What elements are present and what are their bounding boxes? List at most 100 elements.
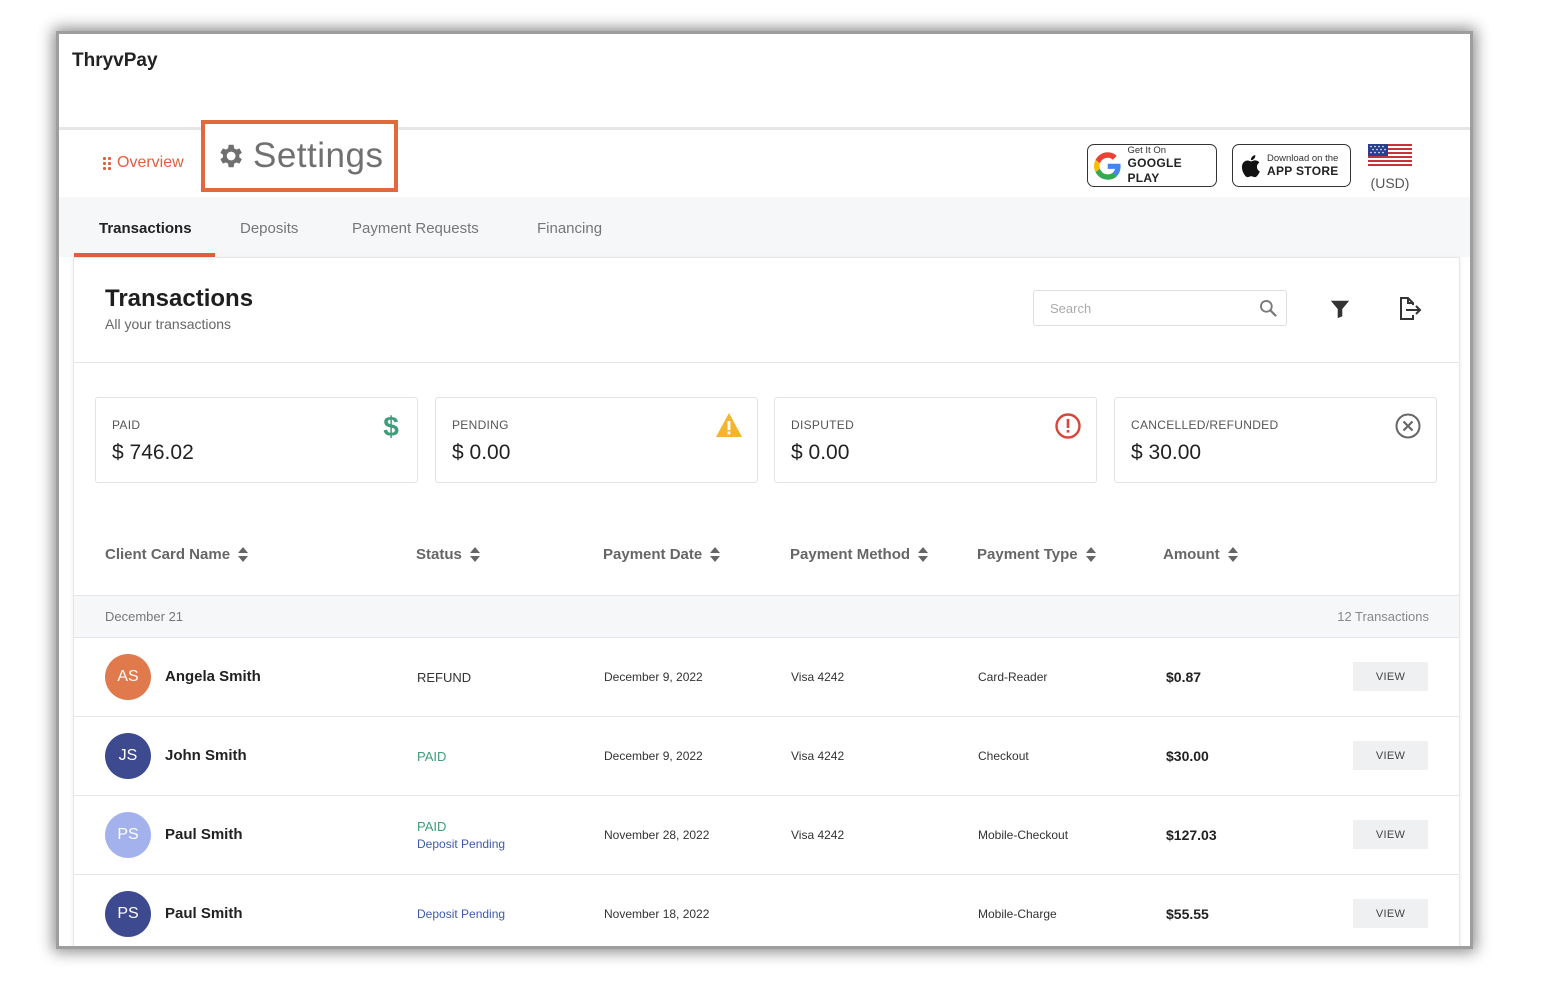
group-date: December 21	[105, 609, 184, 624]
payment-date: December 9, 2022	[604, 670, 703, 684]
amount: $127.03	[1166, 827, 1217, 843]
app-store-button[interactable]: Download on the APP STORE	[1232, 144, 1351, 187]
panel-subtitle: All your transactions	[105, 316, 232, 332]
stat-label: PAID	[112, 418, 141, 432]
currency-label: (USD)	[1370, 175, 1410, 191]
grid-dots-icon	[103, 156, 111, 170]
panel-title: Transactions	[105, 285, 254, 312]
gear-icon	[220, 144, 242, 168]
sort-icon	[469, 547, 480, 562]
sort-icon	[1227, 547, 1238, 562]
stat-cancelled-refunded: CANCELLED/REFUNDED $ 30.00	[1114, 397, 1437, 483]
stat-label: CANCELLED/REFUNDED	[1131, 418, 1279, 432]
client-name: Paul Smith	[165, 905, 243, 922]
group-count: 12 Transactions	[1337, 609, 1429, 624]
amount: $0.87	[1166, 669, 1202, 685]
stat-value: $ 0.00	[791, 441, 850, 464]
column-label: Client Card Name	[105, 546, 231, 563]
status-text: PAID	[417, 819, 447, 834]
overview-link[interactable]: Overview	[103, 154, 184, 172]
currency-selector[interactable]: (USD)	[1368, 144, 1412, 191]
payment-date: December 9, 2022	[604, 749, 703, 763]
column-label: Payment Method	[790, 546, 911, 563]
amount: $55.55	[1166, 906, 1209, 922]
view-button[interactable]: VIEW	[1353, 662, 1428, 691]
column-client-card-name[interactable]: Client Card Name	[105, 546, 249, 563]
amount: $30.00	[1166, 748, 1209, 764]
google-play-small: Get It On	[1127, 145, 1166, 156]
client-name: Paul Smith	[165, 826, 243, 843]
payment-method: Visa 4242	[791, 828, 845, 842]
alert-circle-icon	[1055, 413, 1081, 439]
app-store-big: APP STORE	[1267, 163, 1339, 178]
stat-value: $ 0.00	[452, 441, 511, 464]
payment-date: November 28, 2022	[604, 828, 710, 842]
payment-date: November 18, 2022	[604, 907, 710, 921]
google-play-button[interactable]: Get It On GOOGLE PLAY	[1087, 144, 1217, 187]
transactions-panel: Transactions All your transactions PAID …	[73, 257, 1460, 946]
stat-value: $ 30.00	[1131, 441, 1202, 464]
x-circle-icon	[1395, 413, 1421, 439]
overview-label: Overview	[117, 154, 184, 171]
us-flag-icon	[1368, 144, 1412, 168]
payment-type: Checkout	[978, 749, 1029, 763]
google-play-big: GOOGLE PLAY	[1127, 156, 1182, 185]
settings-button[interactable]: Settings	[201, 120, 398, 192]
avatar: JS	[105, 733, 151, 779]
sort-icon	[1085, 547, 1096, 562]
stat-label: PENDING	[452, 418, 509, 432]
column-label: Payment Type	[977, 546, 1078, 563]
export-icon[interactable]	[1397, 296, 1423, 322]
settings-label: Settings	[253, 136, 384, 175]
search-input[interactable]	[1050, 300, 1250, 316]
table-row: JS John Smith PAID December 9, 2022 Visa…	[74, 717, 1459, 796]
stat-label: DISPUTED	[791, 418, 855, 432]
view-button[interactable]: VIEW	[1353, 820, 1428, 849]
avatar: AS	[105, 654, 151, 700]
avatar: PS	[105, 812, 151, 858]
tab-deposits[interactable]: Deposits	[240, 220, 298, 237]
column-label: Payment Date	[603, 546, 703, 563]
column-label: Status	[416, 546, 462, 563]
app-title: ThryvPay	[72, 50, 158, 71]
column-amount[interactable]: Amount	[1163, 546, 1238, 563]
table-row: PS Paul Smith Deposit Pending November 1…	[74, 875, 1459, 946]
column-status[interactable]: Status	[416, 546, 480, 563]
stat-disputed: DISPUTED $ 0.00	[774, 397, 1097, 483]
app-window: ThryvPay Overview Settings Get It On GOO…	[59, 34, 1470, 946]
apple-logo-icon	[1241, 154, 1260, 177]
filter-icon[interactable]	[1329, 298, 1351, 320]
payment-type: Card-Reader	[978, 670, 1048, 684]
client-name: John Smith	[165, 747, 247, 764]
column-payment-date[interactable]: Payment Date	[603, 546, 721, 563]
sort-icon	[918, 547, 929, 562]
column-payment-method[interactable]: Payment Method	[790, 546, 929, 563]
stat-paid: PAID $ 746.02 $	[95, 397, 418, 483]
view-button[interactable]: VIEW	[1353, 899, 1428, 928]
payment-method: Visa 4242	[791, 749, 845, 763]
tab-financing[interactable]: Financing	[537, 220, 602, 237]
table-row: PS Paul Smith PAID Deposit Pending Novem…	[74, 796, 1459, 875]
search-icon[interactable]	[1258, 298, 1278, 318]
panel-divider	[74, 362, 1459, 363]
payment-type: Mobile-Checkout	[978, 828, 1069, 842]
stat-value: $ 746.02	[112, 441, 194, 464]
warning-icon	[716, 413, 742, 437]
avatar: PS	[105, 891, 151, 937]
deposit-status-text: Deposit Pending	[417, 907, 506, 921]
date-group-header: December 21 12 Transactions	[74, 595, 1459, 638]
status-text: REFUND	[417, 670, 472, 685]
column-payment-type[interactable]: Payment Type	[977, 546, 1096, 563]
tab-transactions[interactable]: Transactions	[99, 220, 192, 237]
column-label: Amount	[1163, 546, 1220, 563]
sort-icon	[710, 547, 721, 562]
payment-method: Visa 4242	[791, 670, 845, 684]
tab-payment-requests[interactable]: Payment Requests	[352, 220, 479, 237]
svg-text:$: $	[383, 412, 399, 440]
deposit-status-text: Deposit Pending	[417, 837, 506, 851]
google-logo-icon	[1094, 151, 1121, 180]
view-button[interactable]: VIEW	[1353, 741, 1428, 770]
stat-pending: PENDING $ 0.00	[435, 397, 758, 483]
client-name: Angela Smith	[165, 668, 261, 685]
status-text: PAID	[417, 749, 447, 764]
